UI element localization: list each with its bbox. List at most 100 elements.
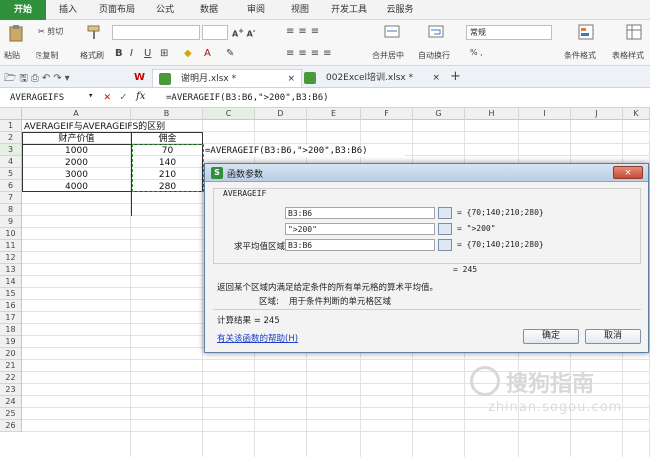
close-tab-icon[interactable]: × — [432, 69, 440, 87]
tab-home[interactable]: 开始 — [0, 0, 46, 20]
format-painter-icon[interactable] — [86, 24, 102, 40]
copy-button[interactable]: ⎘复制 — [36, 50, 58, 61]
cell-a2[interactable]: 财产价值 — [22, 133, 131, 145]
table-style-icon[interactable] — [626, 24, 642, 40]
row-header[interactable]: 5 — [0, 168, 22, 180]
range-select-icon[interactable] — [438, 223, 452, 235]
dialog-close-button[interactable]: × — [613, 166, 643, 179]
tab-review[interactable]: 审阅 — [240, 0, 272, 20]
cell-c3-editing[interactable]: =AVERAGEIF(B3:B6,">200",B3:B6) — [205, 145, 405, 157]
row-header[interactable]: 19 — [0, 336, 22, 348]
align-top-icons[interactable]: ≡≡≡ — [286, 26, 323, 37]
row-header[interactable]: 14 — [0, 276, 22, 288]
ok-button[interactable]: 确定 — [523, 329, 579, 344]
row-header[interactable]: 16 — [0, 300, 22, 312]
number-format-select[interactable]: 常规 — [466, 25, 552, 40]
cell-a5[interactable]: 3000 — [22, 169, 131, 181]
row-header[interactable]: 11 — [0, 240, 22, 252]
cancel-icon[interactable]: ✕ — [104, 90, 111, 103]
arg-input-average-range[interactable]: B3:B6 — [285, 239, 435, 251]
percent-buttons[interactable]: % , — [470, 48, 483, 57]
row-header[interactable]: 10 — [0, 228, 22, 240]
border-icon[interactable]: ⊞ — [160, 48, 168, 59]
font-name-select[interactable] — [112, 25, 200, 40]
row-header[interactable]: 24 — [0, 396, 22, 408]
column-header[interactable]: B — [131, 108, 203, 120]
arg-input-criteria[interactable]: ">200" — [285, 223, 435, 235]
range-select-icon[interactable] — [438, 207, 452, 219]
cell-a4[interactable]: 2000 — [22, 157, 131, 169]
wrap-text-label[interactable]: 自动换行 — [418, 50, 450, 61]
row-header[interactable]: 12 — [0, 252, 22, 264]
row-header[interactable]: 15 — [0, 288, 22, 300]
confirm-icon[interactable]: ✓ — [120, 90, 127, 103]
tab-data[interactable]: 数据 — [193, 0, 225, 20]
column-header[interactable]: I — [519, 108, 571, 120]
row-header[interactable]: 17 — [0, 312, 22, 324]
doc-tab-active[interactable]: 谢明月.xlsx * × — [152, 69, 302, 87]
column-header[interactable]: J — [571, 108, 623, 120]
arg-input-range[interactable]: B3:B6 — [285, 207, 435, 219]
column-header[interactable]: A — [22, 108, 131, 120]
format-painter-label[interactable]: 格式刷 — [80, 50, 104, 61]
cut-button[interactable]: ✂ 剪切 — [38, 26, 63, 37]
row-header[interactable]: 25 — [0, 408, 22, 420]
font-grow-icon[interactable]: A+ A- — [232, 27, 256, 39]
column-header[interactable]: H — [465, 108, 519, 120]
cell-a3[interactable]: 1000 — [22, 145, 131, 157]
tab-view[interactable]: 视图 — [284, 0, 316, 20]
merge-center-icon[interactable] — [384, 24, 400, 40]
conditional-format-label[interactable]: 条件格式 — [564, 50, 596, 61]
fx-icon[interactable]: fx — [136, 91, 145, 102]
paste-label[interactable]: 粘贴 — [4, 50, 20, 61]
row-header[interactable]: 13 — [0, 264, 22, 276]
row-header[interactable]: 2 — [0, 132, 22, 144]
tab-insert[interactable]: 插入 — [52, 0, 84, 20]
tab-developer[interactable]: 开发工具 — [326, 0, 372, 20]
column-header[interactable]: C — [203, 108, 255, 120]
row-header[interactable]: 1 — [0, 120, 22, 132]
wrap-text-icon[interactable] — [428, 24, 444, 40]
column-header[interactable]: F — [361, 108, 413, 120]
tab-formulas[interactable]: 公式 — [150, 0, 180, 20]
italic-icon[interactable]: I — [130, 48, 133, 59]
name-box[interactable]: AVERAGEIFS — [2, 91, 86, 105]
bold-icon[interactable]: B — [115, 48, 123, 59]
help-link[interactable]: 有关该函数的帮助(H) — [217, 332, 298, 344]
cell-b3[interactable]: 70 — [132, 145, 203, 157]
cancel-button[interactable]: 取消 — [585, 329, 641, 344]
font-color-icon[interactable]: A — [204, 48, 211, 59]
name-box-dropdown-icon[interactable]: ▾ — [88, 91, 93, 101]
tab-cloud[interactable]: 云服务 — [380, 0, 420, 20]
merge-center-label[interactable]: 合并居中 — [372, 50, 404, 61]
align-left-icons[interactable]: ≡≡≡≡ — [286, 48, 336, 59]
range-select-icon[interactable] — [438, 239, 452, 251]
new-tab-icon[interactable]: + — [450, 69, 461, 84]
quick-access-icons[interactable]: 🗁🖫⎙↶↷▾ — [4, 71, 73, 88]
row-header[interactable]: 6 — [0, 180, 22, 192]
paste-icon[interactable] — [8, 24, 24, 42]
cell-a1-title[interactable]: AVERAGEIF与AVERAGEIFS的区别 — [24, 121, 224, 133]
clear-format-icon[interactable]: ✎ — [226, 48, 234, 59]
conditional-format-icon[interactable] — [578, 24, 594, 40]
underline-icon[interactable]: U — [144, 48, 151, 59]
column-header[interactable]: K — [623, 108, 650, 120]
font-size-select[interactable] — [202, 25, 228, 40]
row-header[interactable]: 9 — [0, 216, 22, 228]
cell-a6[interactable]: 4000 — [22, 181, 131, 193]
row-header[interactable]: 26 — [0, 420, 22, 432]
column-header[interactable]: G — [413, 108, 465, 120]
row-header[interactable]: 20 — [0, 348, 22, 360]
cell-b4[interactable]: 140 — [132, 157, 203, 169]
dialog-titlebar[interactable]: S 函数参数 × — [205, 164, 648, 182]
close-tab-icon[interactable]: × — [287, 70, 295, 88]
row-header[interactable]: 23 — [0, 384, 22, 396]
row-header[interactable]: 22 — [0, 372, 22, 384]
row-header[interactable]: 8 — [0, 204, 22, 216]
tab-page-layout[interactable]: 页面布局 — [94, 0, 140, 20]
cell-b6[interactable]: 280 — [132, 181, 203, 193]
cell-b2[interactable]: 佣金 — [132, 133, 203, 145]
cell-b5[interactable]: 210 — [132, 169, 203, 181]
row-header[interactable]: 7 — [0, 192, 22, 204]
fill-color-icon[interactable]: ◆ — [184, 48, 192, 59]
